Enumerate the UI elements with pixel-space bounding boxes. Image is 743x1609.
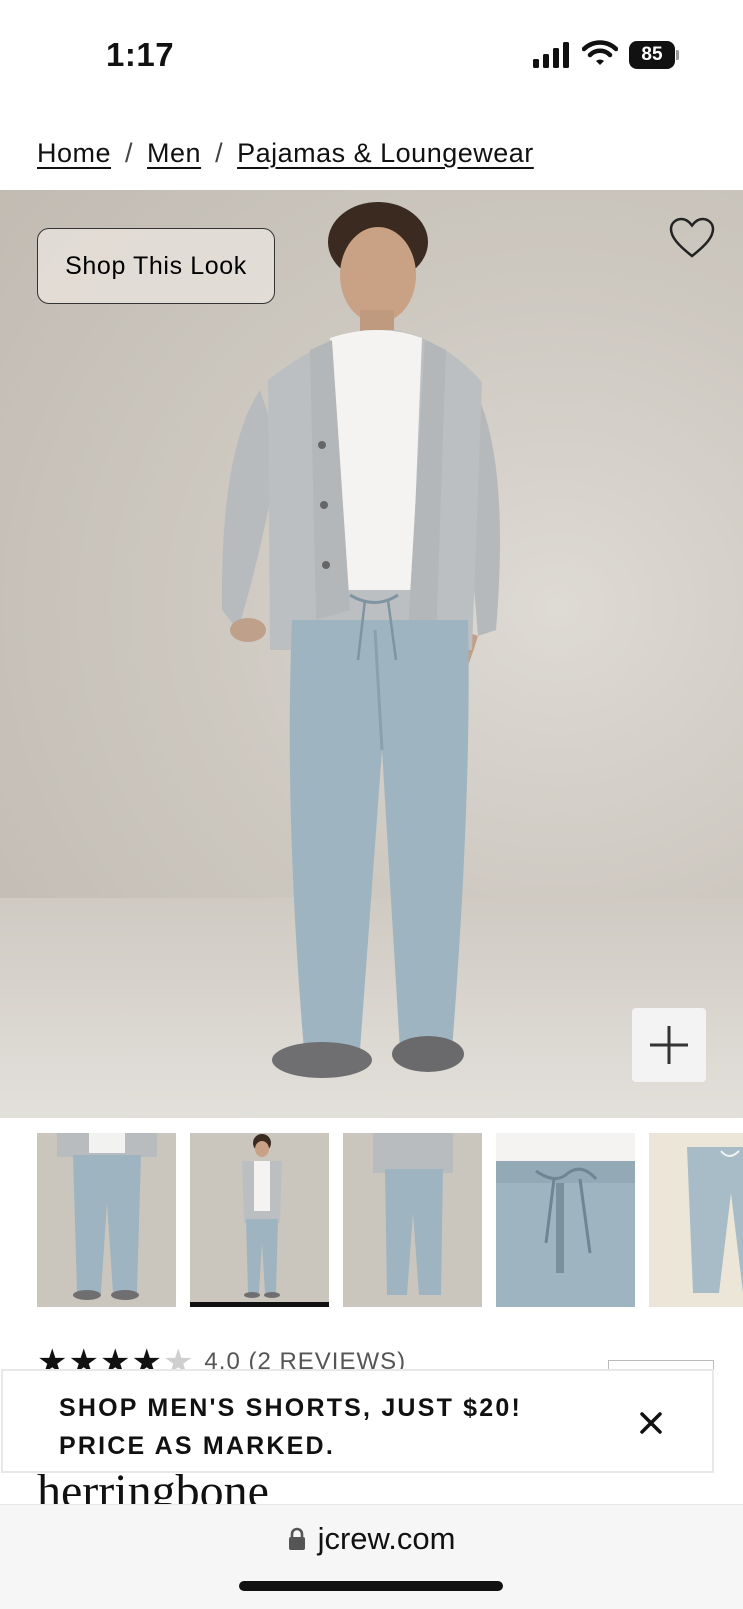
thumbnail-full-look (190, 1133, 329, 1307)
thumbnail-5[interactable] (649, 1133, 743, 1307)
url-display[interactable]: jcrew.com (0, 1521, 743, 1557)
thumbnail-flat-lay (649, 1133, 743, 1307)
heart-icon[interactable] (668, 216, 716, 260)
breadcrumb-home[interactable]: Home (37, 138, 111, 168)
wifi-icon (582, 40, 618, 65)
promo-text: SHOP MEN'S SHORTS, JUST $20! PRICE AS MA… (59, 1389, 522, 1465)
battery-tip (676, 50, 679, 60)
status-time: 1:17 (106, 36, 175, 73)
zoom-button[interactable] (632, 1008, 706, 1082)
breadcrumb-pajamas-loungewear[interactable]: Pajamas & Loungewear (237, 138, 534, 168)
breadcrumb: Home / Men / Pajamas & Loungewear (37, 138, 534, 169)
thumbnail-4[interactable] (496, 1133, 635, 1307)
promo-line-2: PRICE AS MARKED. (59, 1432, 335, 1460)
thumbnail-strip (0, 1133, 743, 1308)
battery-level: 85 (629, 41, 675, 69)
browser-url-bar[interactable]: jcrew.com (0, 1504, 743, 1609)
model-photo (221, 202, 500, 1078)
thumbnail-3[interactable] (343, 1133, 482, 1307)
product-name-text: herringbone (37, 1474, 269, 1504)
thumbnail-waistband-detail (496, 1133, 635, 1307)
close-icon (640, 1412, 662, 1434)
thumbnail-1[interactable] (37, 1133, 176, 1307)
thumbnail-2[interactable] (190, 1133, 329, 1307)
status-bar: 1:17 85 (0, 0, 743, 110)
product-hero-image[interactable]: Shop This Look (0, 190, 743, 1118)
battery-indicator: 85 (629, 41, 679, 69)
cellular-signal-icon (533, 42, 569, 68)
close-banner-button[interactable] (631, 1403, 671, 1443)
promo-line-1: SHOP MEN'S SHORTS, JUST $20! (59, 1394, 523, 1422)
breadcrumb-separator: / (125, 138, 134, 168)
url-text: jcrew.com (317, 1521, 456, 1556)
shop-this-look-button[interactable]: Shop This Look (37, 228, 275, 304)
product-name: herringbone (37, 1474, 269, 1504)
lock-icon (288, 1527, 305, 1550)
breadcrumb-separator: / (215, 138, 224, 168)
thumbnail-pants-back (343, 1133, 482, 1307)
home-indicator[interactable] (239, 1581, 503, 1591)
plus-icon (650, 1026, 688, 1064)
breadcrumb-men[interactable]: Men (147, 138, 201, 168)
thumbnail-pants-front (37, 1133, 176, 1307)
promo-banner[interactable]: SHOP MEN'S SHORTS, JUST $20! PRICE AS MA… (1, 1369, 714, 1473)
